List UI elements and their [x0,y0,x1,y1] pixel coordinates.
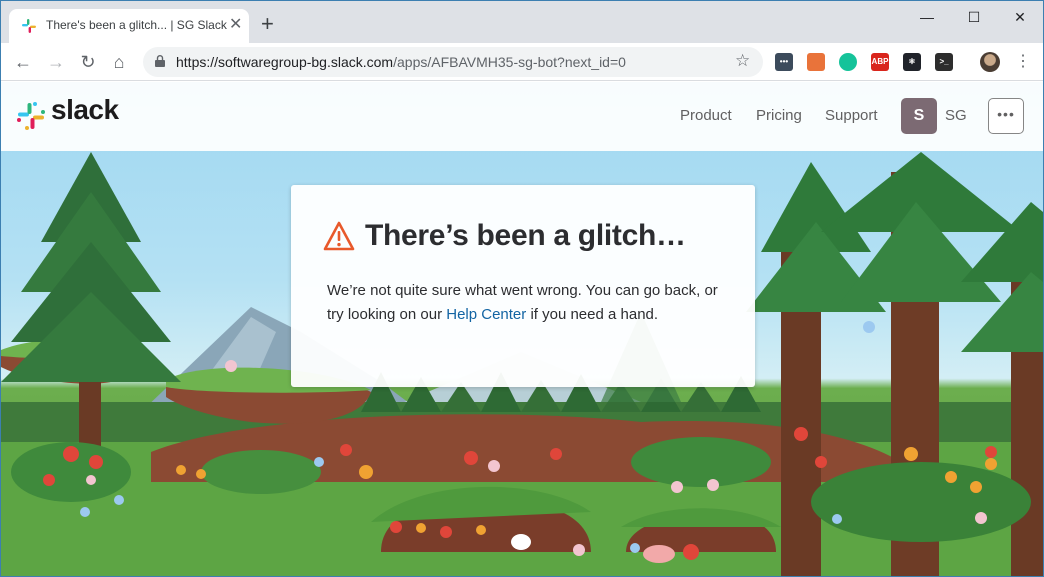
reload-button[interactable]: ↻ [76,50,100,74]
react-devtools-icon[interactable]: ⚛ [903,53,921,71]
site-header: slack Product Pricing Support S SG ••• [1,82,1043,151]
address-bar[interactable]: https://softwaregroup-bg.slack.com/apps/… [143,47,763,77]
more-menu-button[interactable]: ••• [988,98,1024,134]
slack-wordmark[interactable]: slack [51,94,119,126]
profile-avatar[interactable] [980,52,1000,72]
slack-favicon-icon [22,19,36,33]
slack-page: slack Product Pricing Support S SG ••• T… [1,82,1043,576]
adblock-plus-icon[interactable]: ABP [871,53,889,71]
workspace-avatar[interactable]: S [901,98,937,134]
url-path: /apps/AFBAVMH35-sg-bot?next_id=0 [393,54,626,70]
extension-icon[interactable]: ••• [775,53,793,71]
nav-support[interactable]: Support [825,107,878,124]
workspace-name[interactable]: SG [945,107,967,124]
terminal-icon[interactable]: >_ [935,53,953,71]
forward-button[interactable]: → [44,50,68,74]
error-message-end: if you need a hand. [526,306,659,323]
tab-title: There's been a glitch... | SG Slack [46,18,227,32]
bookmark-star-icon[interactable]: ☆ [735,51,750,71]
home-button[interactable]: ⌂ [107,50,131,74]
tab-close-icon[interactable]: ✕ [229,16,242,34]
url-host: https://softwaregroup-bg.slack.com [176,54,394,70]
warning-icon [323,221,355,251]
url-text: https://softwaregroup-bg.slack.com/apps/… [176,54,626,70]
browser-window: There's been a glitch... | SG Slack ✕ + … [0,0,1044,577]
new-tab-button[interactable]: + [261,13,274,35]
cast-icon[interactable] [807,53,825,71]
error-title: There’s been a glitch… [365,219,686,252]
browser-menu-icon[interactable]: ⋮ [1011,50,1035,74]
maximize-button[interactable]: ☐ [951,5,997,29]
error-message: We’re not quite sure what went wrong. Yo… [327,279,727,327]
help-center-link[interactable]: Help Center [446,306,526,323]
browser-toolbar: ← → ↻ ⌂ https://softwaregroup-bg.slack.c… [1,43,1043,81]
slack-logo-icon[interactable] [17,102,45,130]
nav-pricing[interactable]: Pricing [756,107,802,124]
error-card: There’s been a glitch… We’re not quite s… [291,185,755,387]
grammarly-icon[interactable] [839,53,857,71]
tab-strip: There's been a glitch... | SG Slack ✕ + … [1,1,1043,43]
nav-product[interactable]: Product [680,107,732,124]
minimize-button[interactable]: — [904,5,950,29]
close-window-button[interactable]: ✕ [997,5,1043,29]
back-button[interactable]: ← [11,50,35,74]
lock-icon [155,55,165,67]
browser-tab[interactable]: There's been a glitch... | SG Slack ✕ [9,9,249,43]
